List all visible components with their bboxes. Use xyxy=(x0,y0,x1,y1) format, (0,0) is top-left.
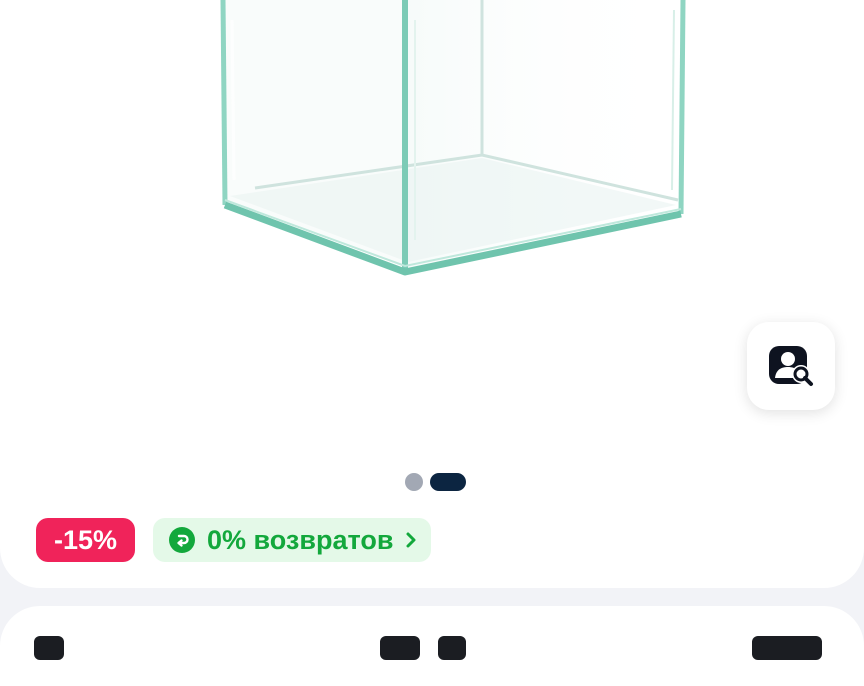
returns-badge[interactable]: 0% возвратов xyxy=(153,518,432,562)
visual-search-button[interactable] xyxy=(747,322,835,410)
visual-search-icon xyxy=(769,346,813,386)
product-image[interactable] xyxy=(0,0,864,460)
product-badges: -15% 0% возвратов xyxy=(36,518,432,562)
return-arrow-icon xyxy=(169,527,196,553)
discount-badge: -15% xyxy=(36,518,136,562)
carousel-dot-active[interactable] xyxy=(430,473,466,491)
chevron-right-icon xyxy=(406,532,416,548)
returns-label: 0% возвратов xyxy=(207,524,394,555)
carousel-pagination xyxy=(405,473,466,491)
product-card: -15% 0% возвратов xyxy=(0,0,864,588)
carousel-dot[interactable] xyxy=(405,473,423,491)
product-title-clipped xyxy=(34,636,834,660)
product-info-card xyxy=(0,606,864,686)
